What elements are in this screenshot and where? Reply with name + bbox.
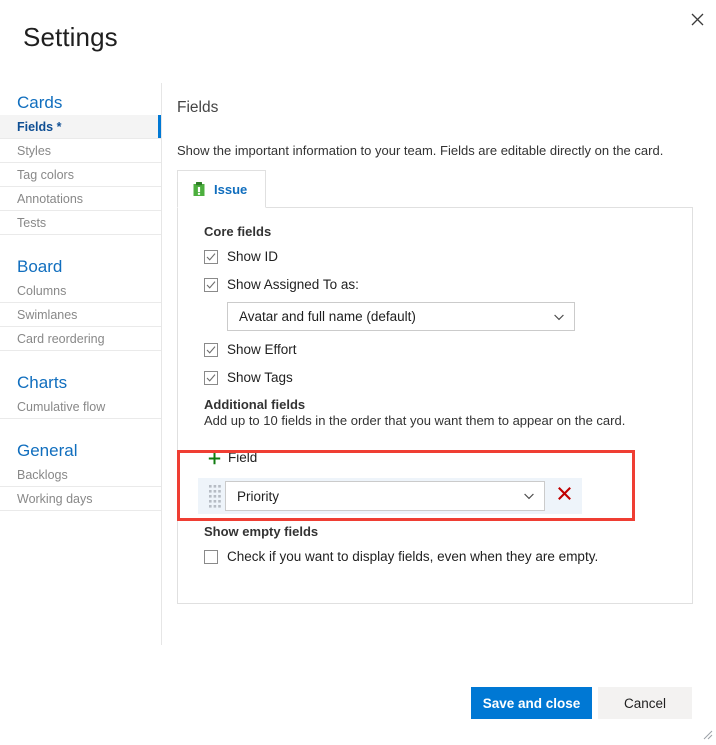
sidebar-item-label: Card reordering [17,331,105,346]
show-assigned-to-label: Show Assigned To as: [227,277,359,292]
sidebar-item-backlogs[interactable]: Backlogs [0,463,161,487]
sidebar-item-tests[interactable]: Tests [0,211,161,235]
sidebar-item-label: Tests [17,215,47,230]
close-icon [557,486,572,506]
add-field-button[interactable]: Field [208,450,257,466]
page-description: Show the important information to your t… [177,143,664,158]
show-id-label: Show ID [227,249,279,264]
additional-fields-heading: Additional fields [204,397,306,412]
sidebar-item-label: Cumulative flow [17,399,106,414]
checkbox-row-show-effort[interactable]: Show Effort [204,342,297,358]
sidebar-item-label: Styles [17,143,52,158]
show-effort-label: Show Effort [227,342,297,357]
checkbox-row-show-empty-fields[interactable]: Check if you want to display fields, eve… [204,549,598,565]
sidebar-item-tag-colors[interactable]: Tag colors [0,163,161,187]
resize-grip-icon[interactable] [699,726,713,740]
assigned-to-display-dropdown[interactable]: Avatar and full name (default) [227,302,575,331]
core-fields-heading: Core fields [204,224,272,239]
show-tags-label: Show Tags [227,370,293,385]
sidebar-item-label: Working days [17,491,93,506]
sidebar-group-header-general: General [17,441,78,460]
sidebar-group-header-cards: Cards [17,93,63,112]
sidebar-item-card-reordering[interactable]: Card reordering [0,327,161,351]
sidebar-item-label: Swimlanes [17,307,78,322]
sidebar-group-charts: Charts Cumulative flow [0,363,161,419]
additional-field-row: Priority [198,478,582,514]
sidebar-group-board: Board Columns Swimlanes Card reordering [0,247,161,351]
issue-icon [192,181,206,197]
show-empty-fields-checkbox[interactable] [204,550,218,564]
sidebar-item-styles[interactable]: Styles [0,139,161,163]
sidebar-item-label: Annotations [17,191,84,206]
assigned-to-display-value: Avatar and full name (default) [239,309,416,324]
page-title: Fields [177,99,219,116]
sidebar-item-label: Columns [17,283,67,298]
dialog-body: Cards Fields * Styles Tag colors Annotat… [0,83,716,663]
cancel-button[interactable]: Cancel [598,687,692,719]
tab-issue[interactable]: Issue [177,170,267,208]
show-empty-fields-label: Check if you want to display fields, eve… [227,549,599,564]
sidebar-item-working-days[interactable]: Working days [0,487,161,511]
main-content: Fields Show the important information to… [161,83,716,663]
show-effort-checkbox[interactable] [204,343,218,357]
sidebar-group-header-board: Board [17,257,63,276]
sidebar-item-fields[interactable]: Fields * [0,115,161,139]
sidebar-item-cumulative-flow[interactable]: Cumulative flow [0,395,161,419]
settings-sidebar: Cards Fields * Styles Tag colors Annotat… [0,83,161,663]
chevron-down-icon [552,310,566,324]
check-icon [206,346,216,354]
sidebar-group-header-charts: Charts [17,373,68,392]
additional-field-dropdown[interactable]: Priority [225,481,545,511]
checkbox-row-show-id[interactable]: Show ID [204,249,278,265]
sidebar-item-swimlanes[interactable]: Swimlanes [0,303,161,327]
check-icon [206,374,216,382]
check-icon [206,281,216,289]
close-icon [691,13,704,26]
show-id-checkbox[interactable] [204,250,218,264]
chevron-down-icon [522,489,536,503]
dialog-title: Settings [23,22,118,52]
drag-handle-icon[interactable] [203,482,221,510]
show-assigned-to-checkbox[interactable] [204,278,218,292]
sidebar-group-cards: Cards Fields * Styles Tag colors Annotat… [0,83,161,235]
tabstrip: Issue [177,170,693,208]
checkbox-row-show-tags[interactable]: Show Tags [204,370,293,386]
close-dialog-button[interactable] [682,4,712,34]
tab-label: Issue [214,181,248,197]
sidebar-item-label: Tag colors [17,167,74,182]
checkbox-row-show-assigned-to[interactable]: Show Assigned To as: [204,277,359,293]
save-and-close-button[interactable]: Save and close [471,687,592,719]
check-icon [206,253,216,261]
sidebar-item-label: Fields * [17,119,62,134]
additional-fields-description: Add up to 10 fields in the order that yo… [204,413,626,428]
plus-icon [208,452,221,465]
add-field-label: Field [228,450,258,465]
sidebar-group-general: General Backlogs Working days [0,431,161,511]
fields-panel: Core fields Show ID Show Assigned To as:… [177,207,693,604]
additional-field-value: Priority [237,488,280,504]
show-empty-fields-heading: Show empty fields [204,524,319,539]
show-tags-checkbox[interactable] [204,371,218,385]
remove-field-button[interactable] [553,485,575,507]
sidebar-item-columns[interactable]: Columns [0,279,161,303]
dialog-footer: Save and close Cancel [0,663,716,743]
sidebar-item-label: Backlogs [17,467,68,482]
sidebar-item-annotations[interactable]: Annotations [0,187,161,211]
